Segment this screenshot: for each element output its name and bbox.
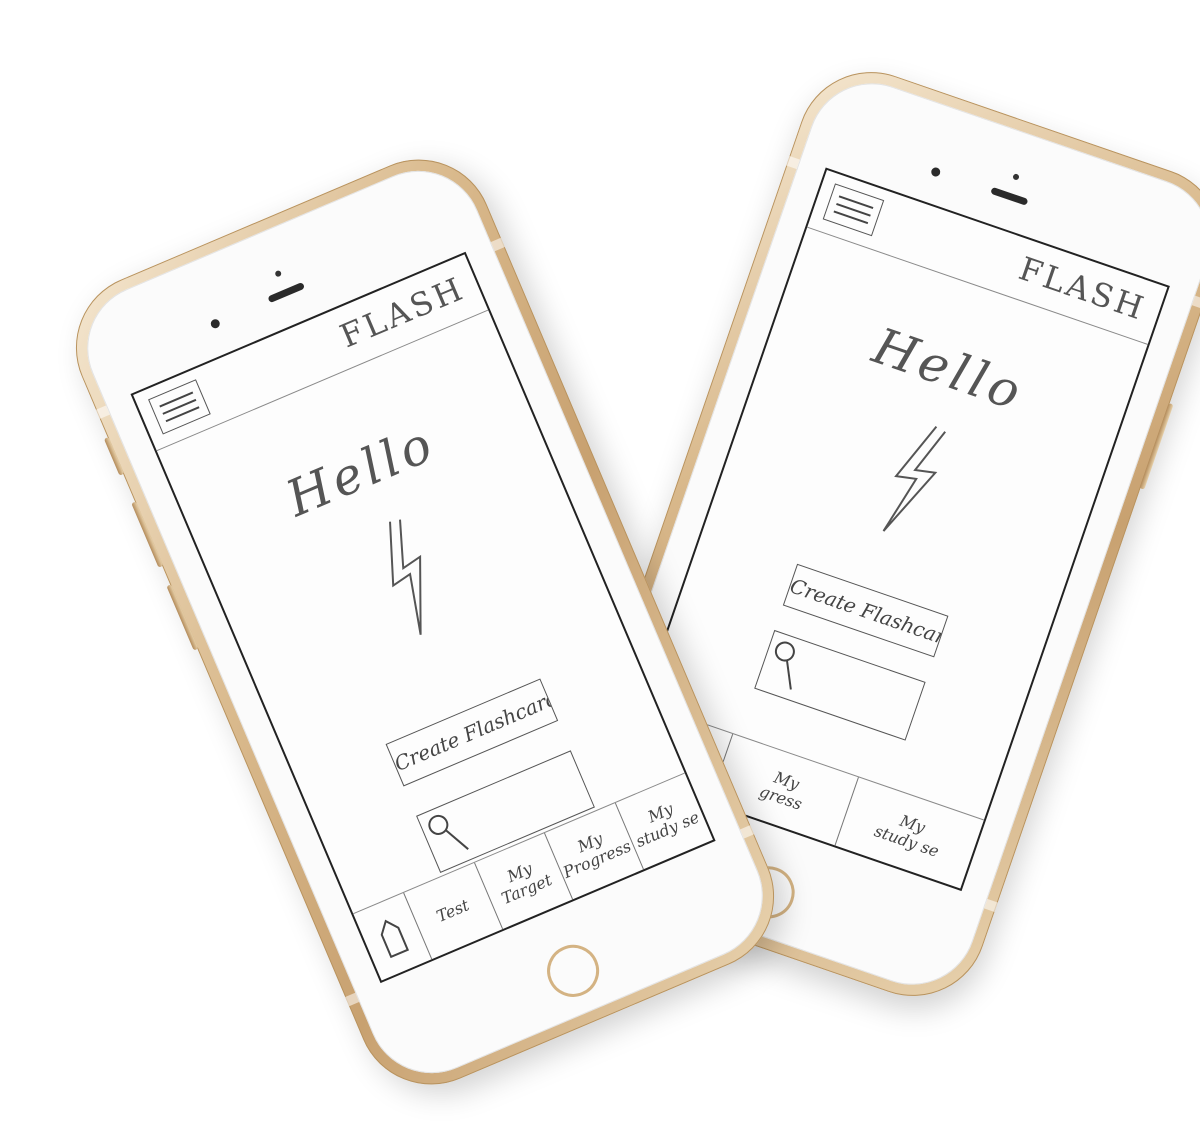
tab-my-study-sets[interactable]: My study se [834,777,984,889]
proximity-sensor [274,269,283,278]
lightning-bolt-icon [389,519,422,635]
hamburger-menu-icon[interactable] [822,183,885,237]
home-icon [380,919,410,959]
earpiece-speaker [267,281,306,304]
home-button[interactable] [538,936,608,1005]
search-icon [428,814,469,850]
proximity-sensor [1012,173,1020,181]
lightning-bolt-icon [882,425,946,532]
front-camera-icon [209,317,222,330]
front-camera-icon [930,166,942,178]
app-screen: FLASH Hello Create Flashcard Test My Tar… [130,251,716,984]
hamburger-menu-icon[interactable] [148,379,211,435]
app-brand: FLASH [1014,249,1151,329]
search-icon [774,641,795,690]
search-input[interactable] [754,629,926,741]
earpiece-speaker [990,186,1029,206]
app-brand: FLASH [334,269,471,356]
